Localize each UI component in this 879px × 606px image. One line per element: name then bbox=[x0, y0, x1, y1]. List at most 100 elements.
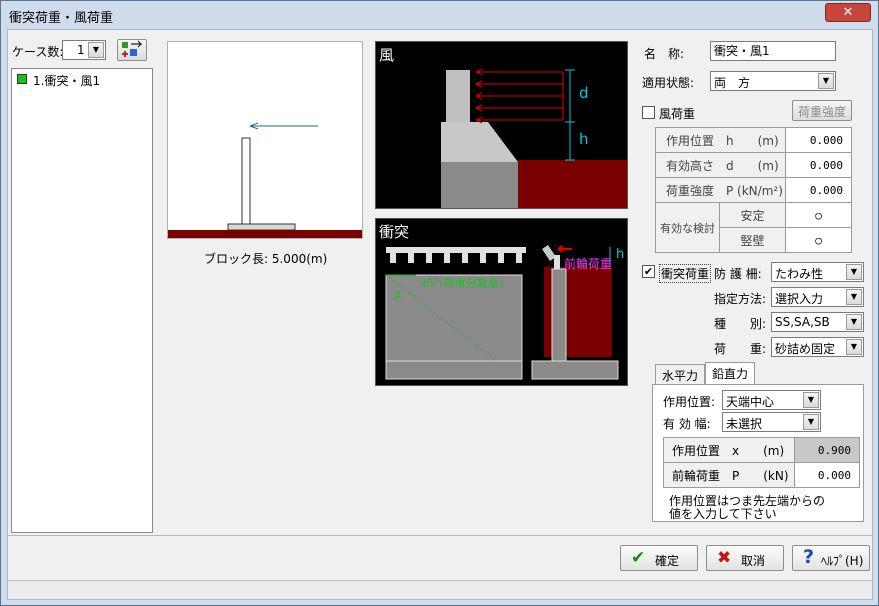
note-line-2: 値を入力して下さい bbox=[669, 507, 777, 521]
type-value: SS,SA,SB bbox=[775, 315, 830, 329]
wind-load-strength-label: 荷重強度 P (kN/m²) bbox=[655, 177, 786, 203]
case-count-value: 1 bbox=[77, 43, 85, 57]
case-list[interactable]: 1.衝突・風1 bbox=[11, 68, 153, 533]
close-button[interactable]: ✕ bbox=[825, 3, 871, 22]
window-title: 衝突荷重・風荷重 bbox=[9, 11, 114, 26]
type-select[interactable]: SS,SA,SB ▼ bbox=[771, 312, 864, 332]
vertical-parameter-table: 作用位置 x (m) 0.900 前輪荷重 P (kN) 0.000 bbox=[663, 437, 861, 488]
load-label: 荷 重: bbox=[714, 342, 767, 356]
dialog-client-area: ケース数: 1 ▼ 1.衝突・風1 ブロック長: 5.000(m) 風 d h … bbox=[7, 29, 873, 600]
chevron-down-icon: ▼ bbox=[818, 73, 834, 89]
collision-load-checkbox[interactable]: ✔ bbox=[642, 265, 655, 278]
type-label: 種 別: bbox=[714, 317, 767, 331]
wind-diagram: 風 d h bbox=[375, 41, 628, 209]
check-stability-radio[interactable]: ○ bbox=[785, 202, 852, 228]
tab-horizontal-force[interactable]: 水平力 bbox=[655, 364, 706, 384]
front-wheel-load-row-label: 前輪荷重 P (kN) bbox=[663, 462, 795, 488]
cancel-button[interactable]: ✖ 取消 bbox=[706, 545, 784, 571]
load-value: 砂詰め固定 bbox=[775, 342, 836, 356]
check-wall-label: 竪壁 bbox=[719, 227, 786, 253]
help-button-label: ﾍﾙﾌﾟ(H) bbox=[821, 554, 864, 568]
wind-label-d: d bbox=[579, 84, 589, 102]
guard-fence-label: 防 護 柵: bbox=[714, 267, 762, 281]
collision-label-h: h bbox=[616, 247, 625, 262]
cancel-button-label: 取消 bbox=[741, 554, 766, 568]
status-bar bbox=[8, 580, 872, 599]
front-wheel-load-label: 前輪荷重 bbox=[564, 257, 613, 271]
effective-width-value: 未選択 bbox=[726, 417, 763, 431]
guard-fence-select[interactable]: たわみ性 ▼ bbox=[771, 262, 864, 282]
load-dispersion-angle-label: 45°(荷重分散角) bbox=[420, 277, 504, 290]
front-wheel-load-value[interactable]: 0.000 bbox=[793, 462, 861, 488]
wind-position-h-label: 作用位置 h (m) bbox=[655, 127, 786, 153]
load-select[interactable]: 砂詰め固定 ▼ bbox=[771, 337, 864, 357]
wind-load-checkbox[interactable] bbox=[642, 106, 655, 119]
checkmark-icon: ✔ bbox=[631, 548, 646, 568]
chevron-down-icon: ▼ bbox=[846, 339, 862, 355]
wind-label-h: h bbox=[579, 130, 589, 148]
preview-panel bbox=[167, 41, 363, 239]
method-label: 指定方法: bbox=[714, 292, 767, 306]
case-count-select[interactable]: 1 ▼ bbox=[62, 40, 106, 60]
chevron-down-icon: ▼ bbox=[846, 314, 862, 330]
wind-effective-height-value[interactable]: 0.000 bbox=[785, 152, 852, 178]
tab-vertical-force[interactable]: 鉛直力 bbox=[705, 362, 756, 384]
position-x-label: 作用位置 x (m) bbox=[663, 437, 795, 463]
collision-label-a: A bbox=[394, 289, 402, 302]
position-x-value[interactable]: 0.900 bbox=[793, 437, 861, 463]
table-row: 作用位置 h (m) 0.000 bbox=[655, 127, 852, 153]
case-label: 1.衝突・風1 bbox=[33, 74, 101, 88]
ok-button-label: 確定 bbox=[655, 554, 680, 568]
name-label: 名 称: bbox=[644, 47, 685, 61]
collision-diagram: 衝突 45°(荷重分散角) A 前輪荷重 h bbox=[375, 218, 628, 386]
guard-fence-value: たわみ性 bbox=[775, 267, 824, 281]
method-select[interactable]: 選択入力 ▼ bbox=[771, 287, 864, 307]
force-tabs: 水平力 鉛直力 bbox=[655, 362, 865, 386]
wind-diagram-title: 風 bbox=[379, 46, 395, 64]
block-length-text: ブロック長: 5.000(m) bbox=[204, 252, 328, 266]
wall-preview-drawing bbox=[168, 122, 362, 238]
table-row: 前輪荷重 P (kN) 0.000 bbox=[663, 462, 861, 488]
wind-parameter-table: 作用位置 h (m) 0.000 有効高さ d (m) 0.000 荷重強度 P… bbox=[655, 127, 852, 253]
load-strength-button[interactable]: 荷重強度 bbox=[792, 100, 852, 121]
chevron-down-icon: ▼ bbox=[803, 414, 819, 430]
help-button[interactable]: ? ﾍﾙﾌﾟ(H) bbox=[792, 545, 870, 571]
chevron-down-icon: ▼ bbox=[88, 42, 104, 58]
apply-state-select[interactable]: 両 方 ▼ bbox=[710, 71, 836, 91]
chevron-down-icon: ▼ bbox=[846, 289, 862, 305]
table-row: 有効高さ d (m) 0.000 bbox=[655, 152, 852, 178]
collision-diagram-title: 衝突 bbox=[379, 223, 410, 241]
effective-width-label: 有 効 幅: bbox=[663, 417, 711, 431]
apply-state-value: 両 方 bbox=[714, 76, 751, 90]
vertical-force-panel: 作用位置: 天端中心 ▼ 有 効 幅: 未選択 ▼ 作用位置 x (m) 0.9… bbox=[652, 384, 864, 522]
case-edit-icon bbox=[122, 40, 143, 57]
title-bar: 衝突荷重・風荷重 ✕ bbox=[1, 1, 878, 29]
collision-load-label: 衝突荷重 bbox=[659, 264, 712, 283]
name-field[interactable]: 衝突・風1 bbox=[710, 41, 836, 61]
vertical-position-value: 天端中心 bbox=[726, 395, 775, 409]
case-settings-button[interactable] bbox=[117, 39, 147, 61]
valid-check-label: 有効な検討 bbox=[655, 202, 720, 253]
table-row: 荷重強度 P (kN/m²) 0.000 bbox=[655, 177, 852, 203]
case-count-label: ケース数: bbox=[12, 45, 64, 59]
wind-load-strength-value[interactable]: 0.000 bbox=[785, 177, 852, 203]
effective-width-select[interactable]: 未選択 ▼ bbox=[722, 412, 821, 432]
chevron-down-icon: ▼ bbox=[803, 392, 819, 408]
chevron-down-icon: ▼ bbox=[846, 264, 862, 280]
apply-state-label: 適用状態: bbox=[642, 76, 695, 90]
wind-load-label: 風荷重 bbox=[659, 107, 696, 121]
dialog-window: 衝突荷重・風荷重 ✕ ケース数: 1 ▼ 1.衝突・風1 ブロック長: 5.00… bbox=[0, 0, 879, 606]
check-wall-radio[interactable]: ○ bbox=[785, 227, 852, 253]
wind-position-h-value[interactable]: 0.000 bbox=[785, 127, 852, 153]
ok-button[interactable]: ✔ 確定 bbox=[620, 545, 698, 571]
separator bbox=[8, 535, 872, 536]
help-icon: ? bbox=[803, 546, 815, 568]
wind-effective-height-label: 有効高さ d (m) bbox=[655, 152, 786, 178]
vertical-position-label: 作用位置: bbox=[663, 395, 716, 409]
table-row: 有効な検討 安定 ○ bbox=[655, 202, 852, 253]
check-stability-label: 安定 bbox=[719, 202, 786, 228]
case-color-swatch bbox=[17, 74, 27, 84]
method-value: 選択入力 bbox=[775, 292, 824, 306]
table-row: 作用位置 x (m) 0.900 bbox=[663, 437, 861, 463]
vertical-position-select[interactable]: 天端中心 ▼ bbox=[722, 390, 821, 410]
